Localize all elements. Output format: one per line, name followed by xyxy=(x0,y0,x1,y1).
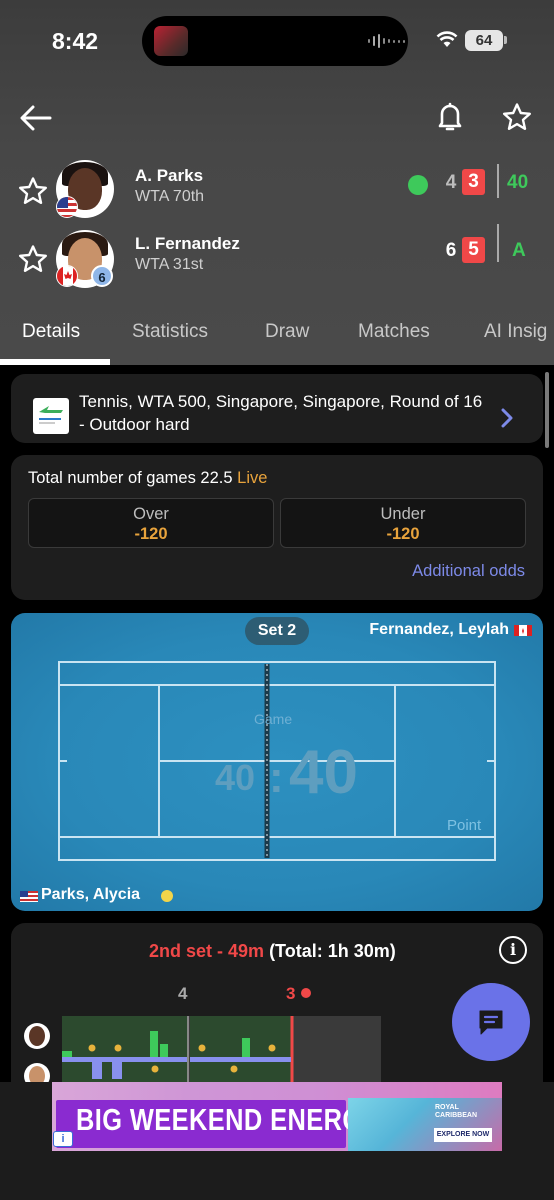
tab-statistics[interactable]: Statistics xyxy=(132,321,208,343)
score-divider xyxy=(497,224,499,262)
total-time: (Total: 1h 30m) xyxy=(269,941,396,961)
tournament-info: Tennis, WTA 500, Singapore, Singapore, R… xyxy=(79,392,483,434)
live-dot xyxy=(301,988,311,998)
player-avatar-small xyxy=(24,1023,50,1049)
chevron-right-icon xyxy=(501,408,513,428)
under-label: Under xyxy=(380,505,426,523)
dynamic-island xyxy=(142,16,408,66)
score-right: 40 xyxy=(289,738,358,807)
scrollbar[interactable] xyxy=(545,372,549,448)
set2-score: 3 xyxy=(462,169,485,195)
game-marker: 4 xyxy=(178,984,188,1003)
usa-flag-icon xyxy=(20,890,38,902)
player-rank: WTA 70th xyxy=(135,188,205,205)
bell-icon xyxy=(438,102,462,131)
tab-matches[interactable]: Matches xyxy=(358,321,430,343)
player-row-parks[interactable]: A. Parks WTA 70th 4 3 40 xyxy=(0,160,554,226)
serving-ball-icon xyxy=(161,890,173,902)
game-points: 40 xyxy=(507,172,529,193)
star-outline-icon xyxy=(503,103,531,130)
now-playing-thumbnail xyxy=(154,26,188,56)
star-outline-icon xyxy=(19,177,47,204)
back-button[interactable] xyxy=(18,100,54,136)
chat-icon xyxy=(479,1010,503,1035)
wifi-icon xyxy=(436,31,458,47)
set-duration: 2nd set - 49m (Total: 1h 30m) xyxy=(149,941,396,962)
player-rank: WTA 31st xyxy=(135,256,204,273)
under-value: -120 xyxy=(386,525,420,543)
live-badge: Live xyxy=(237,469,268,487)
player-row-fernandez[interactable]: 6 L. Fernandez WTA 31st 6 5 A xyxy=(0,224,554,294)
set1-score: 6 xyxy=(445,240,457,261)
bottom-player-name: Parks, Alycia xyxy=(41,886,141,903)
score-left: 40 xyxy=(215,757,256,798)
serving-ball-icon xyxy=(408,175,428,195)
ad-banner[interactable]: BIG WEEKEND ENERGY ROYAL CARIBBEAN EXPLO… xyxy=(52,1082,502,1151)
live-court-card: Set 2 Fernandez, Leylah Game 40 : 40 Poi… xyxy=(11,613,543,911)
current-game-marker: 3 xyxy=(286,984,296,1003)
ad-cta-button[interactable]: EXPLORE NOW xyxy=(434,1128,492,1142)
tab-draw[interactable]: Draw xyxy=(265,321,309,343)
status-time: 8:42 xyxy=(52,28,99,54)
audio-wave-icon xyxy=(368,33,405,49)
info-icon[interactable]: i xyxy=(499,936,527,964)
set1-score: 4 xyxy=(445,172,457,193)
match-header: 8:42 64 A. Parks WTA 70th 4 3 40 6 L. Fe… xyxy=(0,0,554,365)
active-tab-indicator xyxy=(0,359,110,365)
notifications-button[interactable] xyxy=(434,100,466,134)
tab-details[interactable]: Details xyxy=(22,321,80,343)
tab-bar: Details Statistics Draw Matches AI Insig xyxy=(0,310,554,366)
current-set-time: 2nd set - 49m xyxy=(149,941,265,961)
usa-flag-icon xyxy=(56,196,78,218)
favorite-player-button[interactable] xyxy=(18,176,48,211)
ad-info-icon[interactable]: i xyxy=(53,1131,73,1147)
over-value: -120 xyxy=(134,525,168,543)
odds-market: Total number of games 22.5 xyxy=(28,469,233,487)
under-odds-button[interactable]: Under -120 xyxy=(280,498,526,548)
set2-score: 5 xyxy=(462,237,485,263)
odds-card: Total number of games 22.5 Live Over -12… xyxy=(11,455,543,600)
ad-brand: ROYAL CARIBBEAN xyxy=(435,1104,477,1119)
score-divider xyxy=(497,164,499,198)
favorite-match-button[interactable] xyxy=(500,100,534,134)
arrow-left-icon xyxy=(20,105,52,131)
game-points: A xyxy=(512,240,526,261)
seed-badge: 6 xyxy=(91,265,113,287)
player-name: A. Parks xyxy=(135,166,204,185)
canada-flag-icon xyxy=(514,624,532,636)
player-name: L. Fernandez xyxy=(135,234,240,253)
tab-ai-insights[interactable]: AI Insig xyxy=(484,321,547,343)
chat-button[interactable] xyxy=(452,983,530,1061)
top-player-name: Fernandez, Leylah xyxy=(369,621,509,638)
battery-indicator: 64 xyxy=(465,30,503,51)
game-label: Game xyxy=(254,711,293,727)
favorite-player-button[interactable] xyxy=(18,244,48,279)
set-indicator: Set 2 xyxy=(245,617,309,645)
additional-odds-link[interactable]: Additional odds xyxy=(412,562,525,581)
star-outline-icon xyxy=(19,245,47,272)
ad-headline: BIG WEEKEND ENERGY xyxy=(76,1102,380,1137)
point-label: Point xyxy=(447,817,482,834)
odds-title: Total number of games 22.5 Live xyxy=(28,469,267,488)
tournament-logo xyxy=(33,398,69,434)
battery-tip xyxy=(504,36,507,44)
over-odds-button[interactable]: Over -120 xyxy=(28,498,274,548)
canada-flag-icon xyxy=(56,265,78,287)
score-separator: : xyxy=(269,753,284,802)
over-label: Over xyxy=(133,505,169,523)
tournament-card[interactable]: Tennis, WTA 500, Singapore, Singapore, R… xyxy=(11,374,543,443)
